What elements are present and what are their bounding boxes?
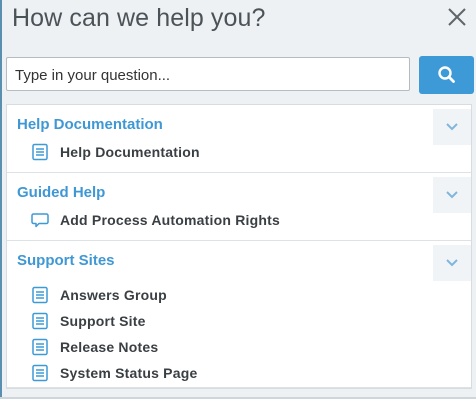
list-item[interactable]: Help Documentation: [7, 139, 471, 165]
list-item[interactable]: Answers Group: [7, 282, 471, 308]
list-item-label: Answers Group: [60, 287, 167, 303]
list-item[interactable]: Support Site: [7, 308, 471, 334]
list-item-label: Support Site: [60, 313, 146, 329]
close-button[interactable]: [444, 4, 470, 30]
section-guided-help: Guided Help Add Process Automation Right…: [7, 173, 471, 241]
document-icon: [32, 338, 48, 356]
search-button[interactable]: [419, 56, 474, 94]
list-item-label: Release Notes: [60, 339, 159, 355]
results-panel: Help Documentation Help Documentation Gu…: [6, 104, 472, 389]
list-item[interactable]: Add Process Automation Rights: [7, 207, 471, 233]
section-title: Guided Help: [17, 184, 106, 201]
chevron-down-icon: [446, 191, 458, 199]
collapse-button[interactable]: [433, 245, 471, 281]
list-item-label: Add Process Automation Rights: [60, 212, 280, 228]
dialog-left-border: [0, 0, 2, 399]
section-title: Help Documentation: [17, 116, 163, 133]
close-icon: [448, 8, 466, 26]
list-item[interactable]: System Status Page: [7, 360, 471, 386]
search-field[interactable]: [6, 57, 410, 91]
section-header-help-documentation[interactable]: Help Documentation: [7, 105, 471, 145]
document-icon: [32, 312, 48, 330]
list-item[interactable]: Release Notes: [7, 334, 471, 360]
list-item-label: System Status Page: [60, 365, 198, 381]
document-icon: [32, 364, 48, 382]
search-input[interactable]: [13, 59, 407, 91]
list-item-label: Help Documentation: [60, 144, 200, 160]
chat-bubble-icon: [31, 213, 49, 228]
section-title: Support Sites: [17, 252, 115, 269]
section-header-support-sites[interactable]: Support Sites: [7, 241, 471, 281]
dialog-title: How can we help you?: [12, 4, 266, 32]
section-help-documentation: Help Documentation Help Documentation: [7, 105, 471, 173]
chevron-down-icon: [446, 259, 458, 267]
section-header-guided-help[interactable]: Guided Help: [7, 173, 471, 213]
section-support-sites: Support Sites Answers Group Support Site…: [7, 241, 471, 388]
document-icon: [32, 143, 48, 161]
chevron-down-icon: [446, 123, 458, 131]
search-icon: [438, 66, 455, 83]
document-icon: [32, 286, 48, 304]
